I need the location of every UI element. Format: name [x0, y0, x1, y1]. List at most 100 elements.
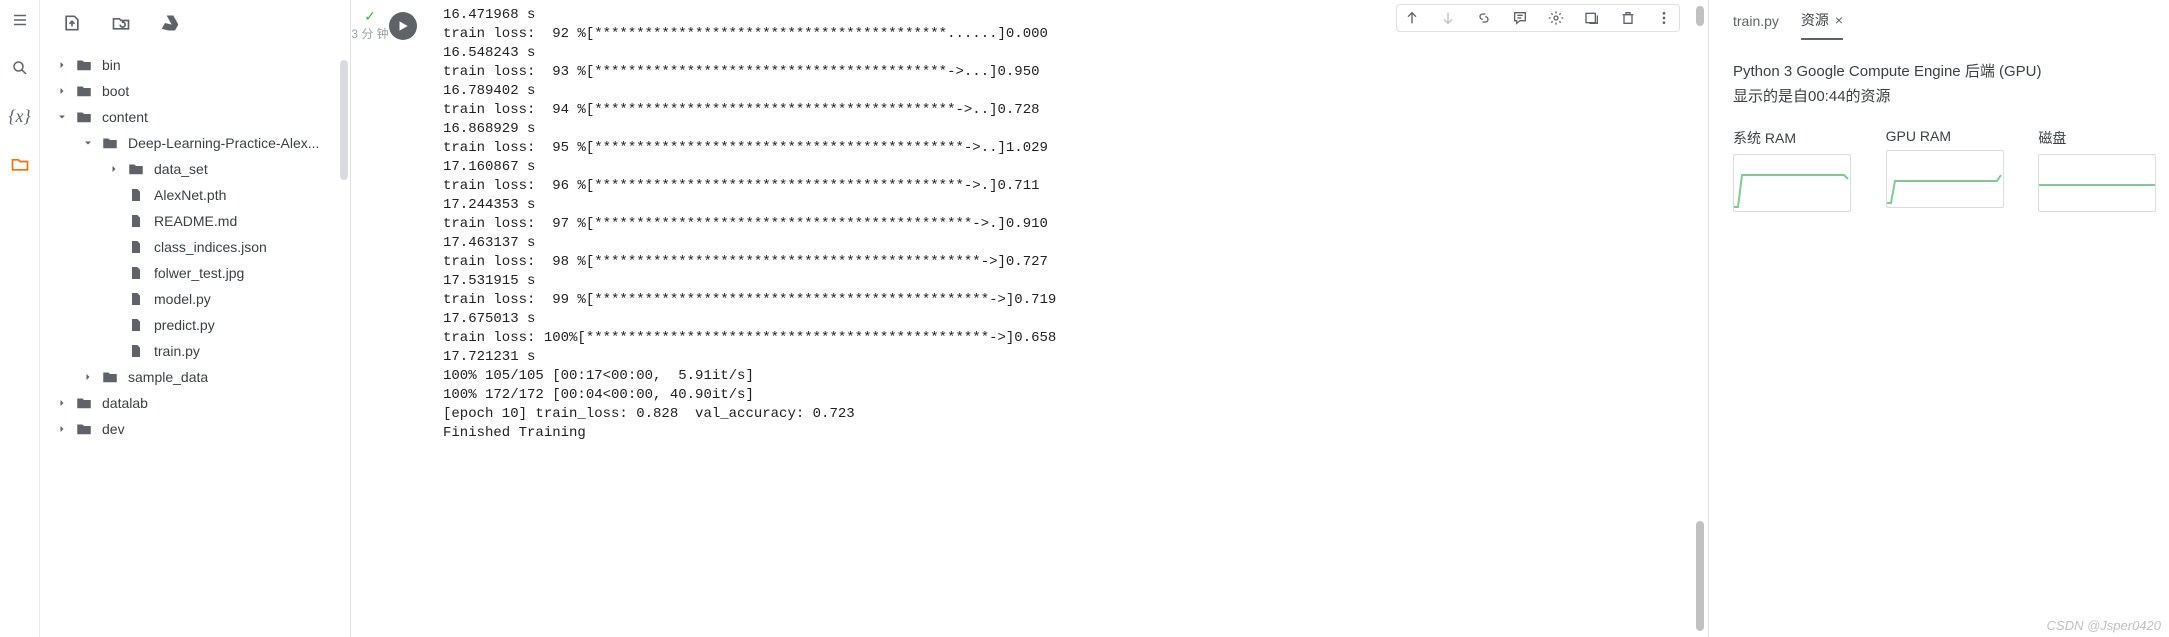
cell-output: 16.471968 s train loss: 92 %[***********… [425, 0, 1708, 453]
tree-folder[interactable]: datalab [40, 390, 350, 416]
tree-item-label: folwer_test.jpg [154, 265, 244, 281]
spacer [106, 317, 122, 333]
file-browser-toolbar [40, 0, 350, 48]
activity-bar: {x} [0, 0, 40, 637]
output-scrollbar[interactable] [1694, 0, 1704, 637]
more-icon[interactable] [1655, 9, 1673, 27]
folder-icon [74, 107, 94, 127]
spacer [106, 265, 122, 281]
file-icon [126, 185, 146, 205]
folder-icon [100, 367, 120, 387]
tree-file[interactable]: folwer_test.jpg [40, 260, 350, 286]
tree-item-label: datalab [102, 395, 148, 411]
chart-title: 系统 RAM [1733, 128, 1852, 148]
chevron-right-icon[interactable] [106, 161, 122, 177]
folder-icon [74, 81, 94, 101]
spacer [106, 187, 122, 203]
search-icon[interactable] [10, 58, 30, 78]
run-button[interactable] [389, 12, 417, 40]
folder-icon [100, 133, 120, 153]
tree-file[interactable]: predict.py [40, 312, 350, 338]
tree-item-label: Deep-Learning-Practice-Alex... [128, 135, 319, 151]
tree-folder[interactable]: sample_data [40, 364, 350, 390]
resource-panel: train.py 资源× Python 3 Google Compute Engi… [1709, 0, 2169, 637]
chevron-down-icon[interactable] [54, 109, 70, 125]
folder-icon [74, 419, 94, 439]
file-icon [126, 341, 146, 361]
tree-item-label: boot [102, 83, 129, 99]
tree-file[interactable]: class_indices.json [40, 234, 350, 260]
tree-folder[interactable]: Deep-Learning-Practice-Alex... [40, 130, 350, 156]
folder-icon [126, 159, 146, 179]
watermark: CSDN @Jsper0420 [2047, 618, 2161, 633]
tree-file[interactable]: README.md [40, 208, 350, 234]
refresh-icon[interactable] [110, 13, 132, 36]
file-icon [126, 289, 146, 309]
tree-file[interactable]: model.py [40, 286, 350, 312]
chevron-right-icon[interactable] [54, 421, 70, 437]
tab-资源[interactable]: 资源× [1801, 2, 1843, 40]
arrow-up-icon[interactable] [1403, 9, 1421, 27]
check-icon: ✓ [364, 8, 376, 25]
chevron-down-icon[interactable] [80, 135, 96, 151]
spacer [106, 239, 122, 255]
chevron-right-icon[interactable] [54, 57, 70, 73]
tree-item-label: predict.py [154, 317, 215, 333]
tree-item-label: bin [102, 57, 121, 73]
resource-charts: 系统 RAM GPU RAM 磁盘 [1733, 128, 2157, 212]
spacer [106, 343, 122, 359]
cell-gutter: ✓ 3 分 钟 [351, 0, 389, 637]
folder-icon[interactable] [10, 154, 30, 174]
tree-folder[interactable]: content [40, 104, 350, 130]
tree-item-label: class_indices.json [154, 239, 267, 255]
tree-item-label: README.md [154, 213, 237, 229]
file-tree-scrollbar[interactable] [340, 60, 350, 620]
mirror-icon[interactable] [1583, 9, 1601, 27]
chart-title: GPU RAM [1886, 128, 2005, 144]
chevron-right-icon[interactable] [80, 369, 96, 385]
drive-icon[interactable] [160, 13, 180, 36]
comment-icon[interactable] [1511, 9, 1529, 27]
upload-icon[interactable] [62, 13, 82, 36]
tree-file[interactable]: AlexNet.pth [40, 182, 350, 208]
notebook-cell: ✓ 3 分 钟 16.471968 s train loss: 92 %[***… [350, 0, 1709, 637]
file-icon [126, 237, 146, 257]
gear-icon[interactable] [1547, 9, 1565, 27]
tree-folder[interactable]: data_set [40, 156, 350, 182]
tree-folder[interactable]: bin [40, 52, 350, 78]
variables-icon[interactable]: {x} [10, 106, 30, 126]
time-label: 显示的是自00:44的资源 [1733, 85, 2157, 106]
link-icon[interactable] [1475, 9, 1493, 27]
spacer [106, 213, 122, 229]
folder-icon [74, 55, 94, 75]
tree-item-label: content [102, 109, 148, 125]
trash-icon[interactable] [1619, 9, 1637, 27]
file-icon [126, 263, 146, 283]
chart-title: 磁盘 [2038, 128, 2157, 148]
tab-train.py[interactable]: train.py [1733, 5, 1779, 37]
tree-folder[interactable]: dev [40, 416, 350, 442]
resource-chart: 磁盘 [2038, 128, 2157, 212]
tree-folder[interactable]: boot [40, 78, 350, 104]
tree-item-label: dev [102, 421, 125, 437]
file-icon [126, 315, 146, 335]
arrow-down-icon[interactable] [1439, 9, 1457, 27]
resource-tabs: train.py 资源× [1721, 0, 2169, 42]
resource-chart: GPU RAM [1886, 128, 2005, 212]
chevron-right-icon[interactable] [54, 395, 70, 411]
file-browser: bin boot content Deep-Learning-Practice-Ale… [40, 0, 350, 637]
backend-label: Python 3 Google Compute Engine 后端 (GPU) [1733, 60, 2157, 81]
chart-sparkline [1886, 150, 2004, 208]
file-tree[interactable]: bin boot content Deep-Learning-Practice-Ale… [40, 48, 350, 637]
cell-toolbar [1396, 4, 1680, 32]
chevron-right-icon[interactable] [54, 83, 70, 99]
toc-icon[interactable] [10, 10, 30, 30]
tree-item-label: sample_data [128, 369, 208, 385]
tab-label: train.py [1733, 13, 1779, 29]
close-icon[interactable]: × [1835, 12, 1843, 28]
resource-chart: 系统 RAM [1733, 128, 1852, 212]
chart-sparkline [1733, 154, 1851, 212]
folder-icon [74, 393, 94, 413]
tree-item-label: data_set [154, 161, 208, 177]
tree-file[interactable]: train.py [40, 338, 350, 364]
